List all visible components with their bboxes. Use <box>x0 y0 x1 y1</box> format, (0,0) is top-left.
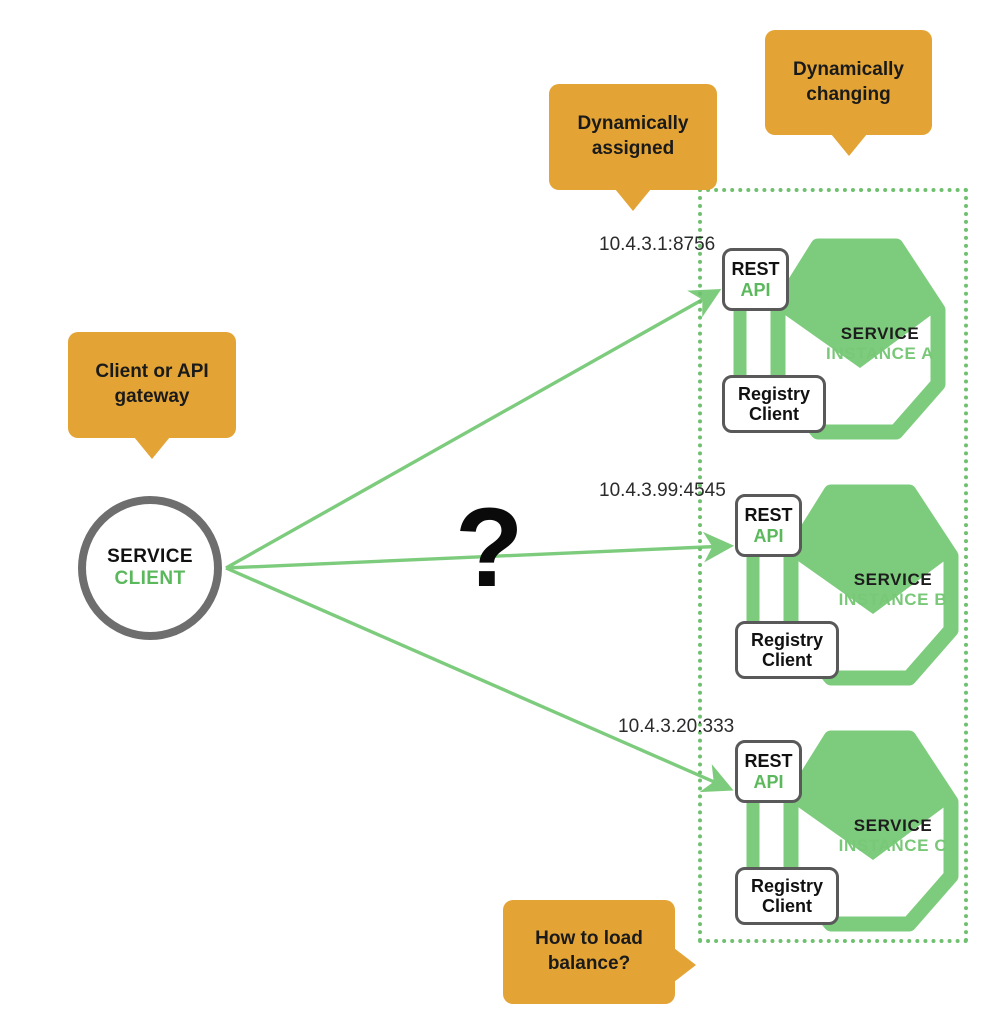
instance-b-rest-api-line1: REST <box>744 505 793 526</box>
question-mark-glyph: ? <box>455 485 524 610</box>
instance-b-title-line1: SERVICE <box>853 570 933 589</box>
service-instance-a: SERVICE INSTANCE A REST API Registry Cli… <box>700 232 970 447</box>
instance-b-rest-api-line2: API <box>753 525 784 546</box>
instance-a-title: SERVICE INSTANCE A <box>800 324 960 364</box>
instance-a-registry-client-line2: Client <box>748 404 799 424</box>
instance-b-registry-client-box: Registry Client <box>735 621 839 679</box>
instance-a-rest-api-line1: REST <box>731 259 780 280</box>
service-client-label-line1: SERVICE <box>107 546 193 567</box>
instance-a-title-line1: SERVICE <box>840 324 920 343</box>
instance-c-rest-api-box: REST API <box>735 740 802 803</box>
callout-dynamically-changing: Dynamically changing <box>765 30 932 156</box>
instance-b-registry-client-line1: Registry <box>750 629 824 650</box>
callout-client-or-api-gateway: Client or API gateway <box>68 332 236 459</box>
instance-b-registry-client-line2: Client <box>761 650 812 670</box>
instance-a-title-line2: INSTANCE A <box>826 344 934 363</box>
callout-dynamically-changing-text: Dynamically changing <box>793 58 904 105</box>
instance-c-registry-client-line2: Client <box>761 896 812 916</box>
service-instance-b: SERVICE INSTANCE B REST API Registry Cli… <box>713 478 983 693</box>
instance-c-registry-client-line1: Registry <box>750 875 824 896</box>
callout-dynamically-assigned: Dynamically assigned <box>549 84 717 211</box>
instance-a-registry-client-line1: Registry <box>737 383 811 404</box>
instance-b-endpoint-label: 10.4.3.99:4545 <box>599 480 726 501</box>
instance-a-rest-api-line2: API <box>740 279 771 300</box>
instance-c-title-line1: SERVICE <box>853 816 933 835</box>
callout-how-to-load-balance-text: How to load balance? <box>535 928 643 974</box>
diagram-canvas: Dynamically assigned Dynamically changin… <box>0 0 989 1024</box>
instance-c-rest-api-line1: REST <box>744 751 793 772</box>
instance-b-rest-api-box: REST API <box>735 494 802 557</box>
callout-dynamically-assigned-text: Dynamically assigned <box>577 113 689 159</box>
instance-c-endpoint-label: 10.4.3.20:333 <box>618 716 735 737</box>
instance-b-title-line2: INSTANCE B <box>838 590 948 609</box>
instance-b-title: SERVICE INSTANCE B <box>813 570 973 610</box>
service-client-node: SERVICE CLIENT <box>78 496 222 640</box>
instance-c-rest-api-line2: API <box>753 771 784 792</box>
instance-a-registry-client-box: Registry Client <box>722 375 826 433</box>
instance-a-endpoint-label: 10.4.3.1:8756 <box>599 234 716 255</box>
service-instance-c: SERVICE INSTANCE C REST API Registry Cli… <box>713 724 983 939</box>
instance-a-rest-api-box: REST API <box>722 248 789 311</box>
instance-c-registry-client-box: Registry Client <box>735 867 839 925</box>
callout-how-to-load-balance: How to load balance? <box>503 900 696 1004</box>
instance-c-title: SERVICE INSTANCE C <box>813 816 973 856</box>
callout-client-or-api-gateway-text: Client or API gateway <box>95 361 209 407</box>
service-client-label-line2: CLIENT <box>114 568 186 589</box>
instance-c-title-line2: INSTANCE C <box>838 836 948 855</box>
